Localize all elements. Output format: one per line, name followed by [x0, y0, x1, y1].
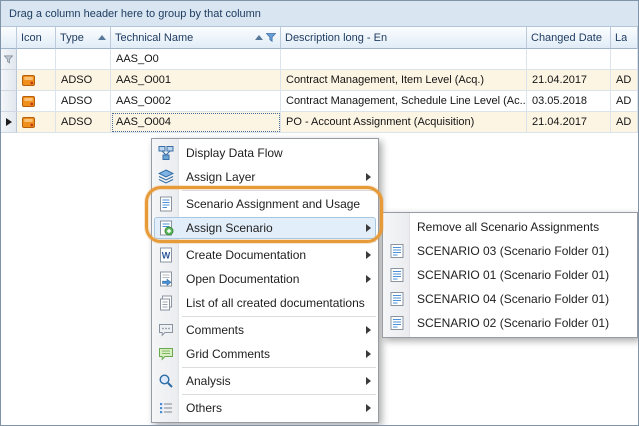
- row-indicator[interactable]: [1, 91, 17, 112]
- comment-bubble-icon: [152, 322, 179, 338]
- type-cell[interactable]: ADSO: [56, 91, 111, 112]
- filter-cell-changed-date[interactable]: [527, 49, 611, 70]
- submenu-arrow-icon: [366, 404, 371, 412]
- list-icon: [152, 400, 179, 416]
- row-indicator[interactable]: [1, 70, 17, 91]
- scenario-submenu: Remove all Scenario Assignments SCENARIO…: [382, 212, 638, 338]
- filter-cell-technical-name[interactable]: AAS_O0: [111, 49, 281, 70]
- adso-icon: [22, 116, 35, 129]
- submenu-arrow-icon: [366, 224, 371, 232]
- menu-separator: [182, 241, 376, 242]
- menu-separator: [182, 367, 376, 368]
- copy-pages-icon: [152, 295, 179, 311]
- filter-edit-icon: [4, 55, 13, 64]
- column-header-type[interactable]: Type: [56, 27, 111, 49]
- submenu-arrow-icon: [366, 377, 371, 385]
- assign-scenario-icon: [152, 220, 179, 236]
- filter-funnel-icon[interactable]: [266, 33, 276, 42]
- data-flow-icon: [152, 145, 179, 161]
- menu-separator: [182, 394, 376, 395]
- table-row: ADSO AAS_O004 PO - Account Assignment (A…: [1, 112, 638, 133]
- column-header-icon[interactable]: Icon: [17, 27, 56, 49]
- last-cell[interactable]: AD: [611, 70, 638, 91]
- sort-asc-icon: [98, 35, 106, 40]
- scenario-list-icon: [383, 291, 410, 307]
- menu-item-list-of-created-documentations[interactable]: List of all created documentations: [152, 291, 378, 315]
- filter-cell-type[interactable]: [56, 49, 111, 70]
- row-icon-cell[interactable]: [17, 112, 56, 133]
- technical-name-cell[interactable]: AAS_O002: [111, 91, 281, 112]
- row-focus-arrow-icon: [6, 118, 12, 126]
- menu-separator: [182, 190, 376, 191]
- submenu-item-scenario-01[interactable]: SCENARIO 01 (Scenario Folder 01): [383, 263, 637, 287]
- submenu-item-remove-all-scenario-assignments[interactable]: Remove all Scenario Assignments: [383, 215, 637, 239]
- column-header-changed-date[interactable]: Changed Date: [527, 27, 611, 49]
- open-document-icon: [152, 271, 179, 287]
- menu-item-assign-scenario[interactable]: Assign Scenario: [152, 216, 378, 240]
- submenu-arrow-icon: [366, 173, 371, 181]
- type-cell[interactable]: ADSO: [56, 70, 111, 91]
- table-row: ADSO AAS_O001 Contract Management, Item …: [1, 70, 638, 91]
- scenario-usage-icon: [152, 196, 179, 212]
- svg-text:W: W: [161, 251, 170, 261]
- filter-cell-description[interactable]: [281, 49, 527, 70]
- submenu-item-scenario-04[interactable]: SCENARIO 04 (Scenario Folder 01): [383, 287, 637, 311]
- group-by-panel[interactable]: Drag a column header here to group by th…: [1, 1, 638, 27]
- header-indicator-cell: [1, 27, 17, 49]
- row-icon-cell[interactable]: [17, 70, 56, 91]
- filter-row: AAS_O0: [1, 49, 638, 70]
- sort-asc-icon: [255, 35, 263, 40]
- scenario-list-icon: [383, 315, 410, 331]
- menu-item-comments[interactable]: Comments: [152, 318, 378, 342]
- layers-icon: [152, 169, 179, 185]
- scenario-list-icon: [383, 243, 410, 259]
- submenu-item-scenario-03[interactable]: SCENARIO 03 (Scenario Folder 01): [383, 239, 637, 263]
- word-document-icon: W: [152, 247, 179, 263]
- adso-icon: [22, 95, 35, 108]
- context-menu: Display Data Flow Assign Layer Scenario …: [151, 138, 379, 423]
- adso-icon: [22, 74, 35, 87]
- menu-item-create-documentation[interactable]: W Create Documentation: [152, 243, 378, 267]
- column-header-technical-name[interactable]: Technical Name: [111, 27, 281, 49]
- filter-cell-last[interactable]: [611, 49, 638, 70]
- submenu-arrow-icon: [366, 251, 371, 259]
- menu-item-analysis[interactable]: Analysis: [152, 369, 378, 393]
- submenu-arrow-icon: [366, 350, 371, 358]
- type-cell[interactable]: ADSO: [56, 112, 111, 133]
- filter-cell-icon[interactable]: [17, 49, 56, 70]
- row-icon-cell[interactable]: [17, 91, 56, 112]
- changed-date-cell[interactable]: 21.04.2017: [527, 112, 611, 133]
- menu-separator: [182, 316, 376, 317]
- row-indicator[interactable]: [1, 112, 17, 133]
- menu-item-others[interactable]: Others: [152, 396, 378, 420]
- menu-item-grid-comments[interactable]: Grid Comments: [152, 342, 378, 366]
- submenu-arrow-icon: [366, 326, 371, 334]
- description-cell[interactable]: PO - Account Assignment (Acquisition): [281, 112, 527, 133]
- scenario-list-icon: [383, 267, 410, 283]
- description-cell[interactable]: Contract Management, Item Level (Acq.): [281, 70, 527, 91]
- menu-item-display-data-flow[interactable]: Display Data Flow: [152, 141, 378, 165]
- description-cell[interactable]: Contract Management, Schedule Line Level…: [281, 91, 527, 112]
- changed-date-cell[interactable]: 03.05.2018: [527, 91, 611, 112]
- magnifier-icon: [152, 373, 179, 389]
- filter-row-indicator[interactable]: [1, 49, 17, 70]
- changed-date-cell[interactable]: 21.04.2017: [527, 70, 611, 91]
- menu-item-assign-layer[interactable]: Assign Layer: [152, 165, 378, 189]
- submenu-arrow-icon: [366, 275, 371, 283]
- submenu-item-scenario-02[interactable]: SCENARIO 02 (Scenario Folder 01): [383, 311, 637, 335]
- table-row: ADSO AAS_O002 Contract Management, Sched…: [1, 91, 638, 112]
- last-cell[interactable]: AD: [611, 112, 638, 133]
- column-header-description[interactable]: Description long - En: [281, 27, 527, 49]
- menu-item-scenario-assignment-and-usage[interactable]: Scenario Assignment and Usage: [152, 192, 378, 216]
- menu-item-open-documentation[interactable]: Open Documentation: [152, 267, 378, 291]
- technical-name-cell[interactable]: AAS_O001: [111, 70, 281, 91]
- column-header-last[interactable]: La: [611, 27, 638, 49]
- grid-header-row: Icon Type Technical Name Description lon…: [1, 27, 638, 49]
- last-cell[interactable]: AD: [611, 91, 638, 112]
- grid-window: Drag a column header here to group by th…: [0, 0, 639, 426]
- technical-name-cell-selected[interactable]: AAS_O004: [111, 112, 281, 133]
- grid-comment-icon: [152, 346, 179, 362]
